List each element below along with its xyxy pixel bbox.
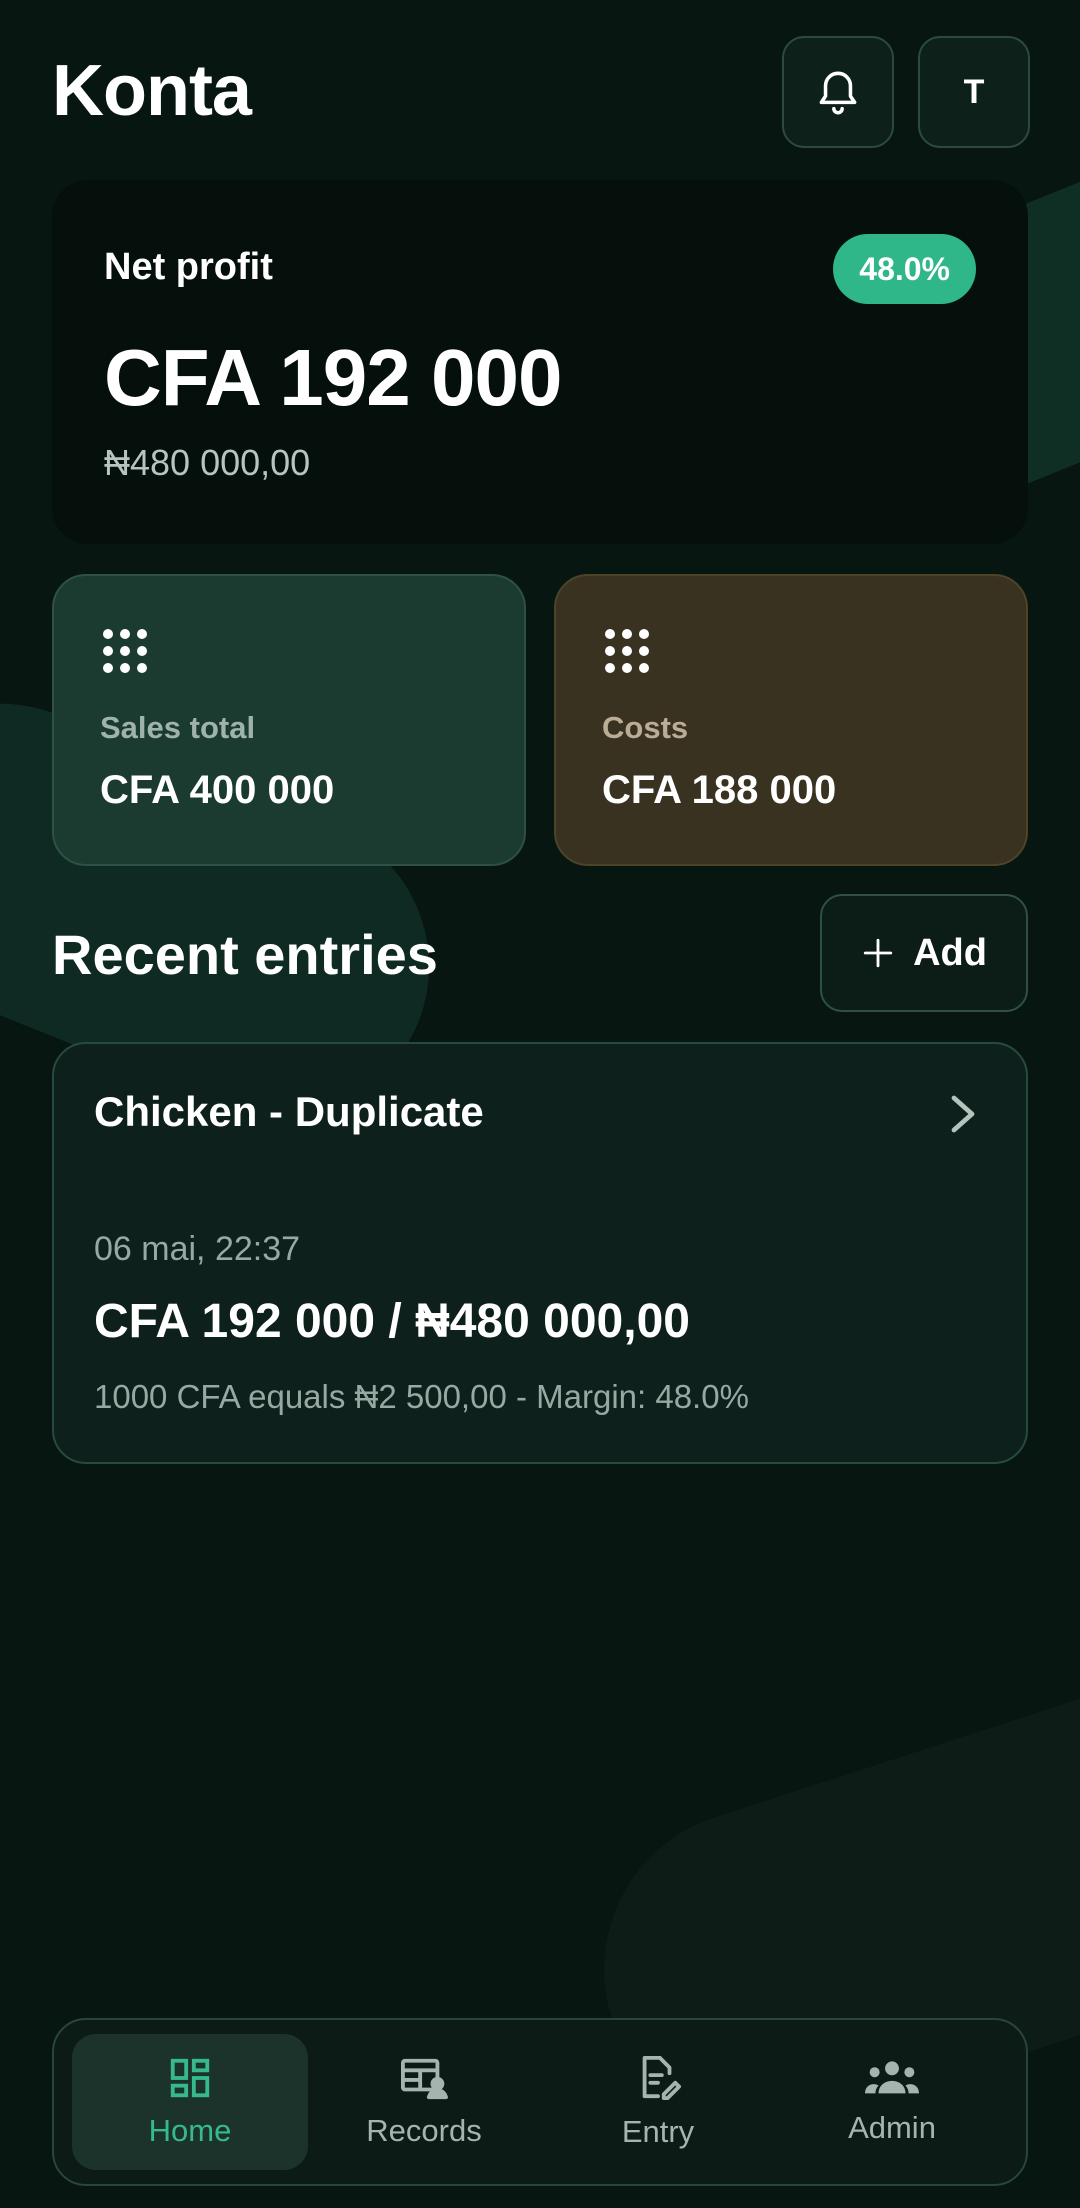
nav-records[interactable]: Records (306, 2034, 542, 2170)
nav-admin-label: Admin (848, 2110, 936, 2145)
add-entry-label: Add (913, 931, 987, 974)
bell-icon (819, 71, 857, 115)
apps-grid-icon (103, 629, 147, 673)
entry-card[interactable]: Chicken - Duplicate 06 mai, 22:37 CFA 19… (52, 1042, 1028, 1464)
margin-badge: 48.0% (833, 234, 976, 304)
notifications-button[interactable] (782, 36, 894, 148)
edit-document-icon (642, 2055, 681, 2101)
nav-admin[interactable]: Admin (774, 2034, 1010, 2170)
entry-meta: 1000 CFA equals ₦2 500,00 - Margin: 48.0… (94, 1378, 749, 1415)
nav-entry-label: Entry (621, 2114, 695, 2149)
net-profit-converted: ₦480 000,00 (104, 442, 311, 483)
bottom-navigation: Home Records Entry Admin (52, 2018, 1028, 2186)
app-title: Konta (52, 51, 252, 131)
top-header: Konta T (52, 36, 1030, 148)
net-profit-value: CFA 192 000 (104, 333, 562, 422)
avatar-initial: T (963, 72, 985, 111)
group-icon (865, 2061, 919, 2094)
costs-card[interactable]: Costs CFA 188 000 (554, 574, 1028, 866)
net-profit-card: Net profit 48.0% CFA 192 000 ₦480 000,00 (52, 180, 1028, 544)
nav-records-label: Records (366, 2113, 482, 2148)
sales-total-label: Sales total (100, 710, 256, 745)
costs-label: Costs (602, 710, 689, 745)
sales-total-card[interactable]: Sales total CFA 400 000 (52, 574, 526, 866)
apps-grid-icon (605, 629, 649, 673)
add-entry-button[interactable]: Add (820, 894, 1028, 1012)
entry-date: 06 mai, 22:37 (94, 1230, 301, 1268)
avatar-button[interactable]: T (918, 36, 1030, 148)
dashboard-icon (170, 2058, 210, 2098)
records-icon (400, 2058, 448, 2100)
chevron-right-icon (951, 1095, 975, 1133)
costs-value: CFA 188 000 (602, 768, 837, 812)
entry-amount: CFA 192 000 / ₦480 000,00 (94, 1295, 690, 1348)
entry-title: Chicken - Duplicate (94, 1088, 484, 1135)
sales-total-value: CFA 400 000 (100, 768, 335, 812)
plus-icon (863, 938, 893, 968)
nav-home-label: Home (148, 2113, 232, 2148)
nav-home[interactable]: Home (72, 2034, 308, 2170)
recent-entries-title: Recent entries (52, 923, 438, 986)
nav-entry[interactable]: Entry (540, 2034, 776, 2170)
net-profit-label: Net profit (104, 246, 273, 288)
